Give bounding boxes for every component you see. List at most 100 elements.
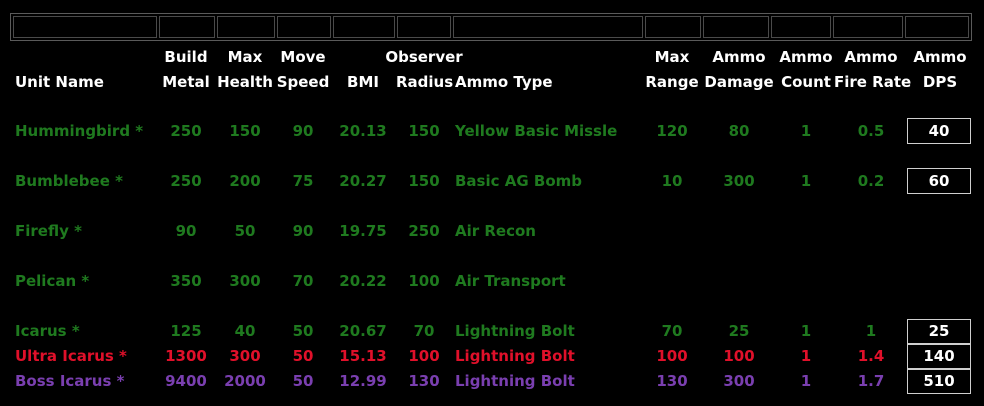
cell-ammo-damage: 300 [723, 172, 755, 190]
cell-unit-name: Icarus * [15, 322, 80, 340]
header-unit-name: Unit Name [15, 73, 104, 91]
cell-observer-radius: 150 [408, 122, 440, 140]
cell-max-health: 2000 [224, 372, 266, 390]
cell-observer-radius: 100 [408, 272, 440, 290]
cell-ammo-count: 1 [800, 372, 812, 390]
top-header-bar [10, 13, 972, 41]
header-observer-radius-line2: Radius [396, 73, 454, 91]
cell-build-metal: 1300 [165, 347, 207, 365]
cell-unit-name: Boss Icarus * [15, 372, 125, 390]
cell-bmi: 20.22 [339, 272, 387, 290]
cell-move-speed: 50 [292, 347, 314, 365]
header-ammo-type: Ammo Type [455, 73, 553, 91]
header-cell [833, 16, 903, 38]
cell-build-metal: 350 [170, 272, 202, 290]
cell-build-metal: 250 [170, 172, 202, 190]
cell-observer-radius: 250 [408, 222, 440, 240]
header-cell [703, 16, 769, 38]
cell-ammo-fire-rate: 1 [865, 322, 877, 340]
cell-ammo-type: Air Transport [455, 272, 566, 290]
header-ammo-damage-line2: Damage [704, 73, 774, 91]
header-max-health-line1: Max [227, 48, 263, 66]
cell-build-metal: 250 [170, 122, 202, 140]
cell-ammo-dps: 60 [907, 168, 971, 194]
cell-observer-radius: 100 [408, 347, 440, 365]
cell-ammo-type: Lightning Bolt [455, 347, 575, 365]
cell-ammo-dps: 510 [907, 369, 971, 394]
cell-bmi: 15.13 [339, 347, 387, 365]
cell-unit-name: Firefly * [15, 222, 82, 240]
header-ammo-dps-line1: Ammo [913, 48, 967, 66]
cell-bmi: 20.67 [339, 322, 387, 340]
cell-max-health: 40 [234, 322, 256, 340]
cell-move-speed: 90 [292, 222, 314, 240]
cell-bmi: 19.75 [339, 222, 387, 240]
cell-ammo-dps: 40 [907, 118, 971, 144]
cell-max-health: 300 [229, 347, 261, 365]
cell-unit-name: Hummingbird * [15, 122, 144, 140]
cell-ammo-fire-rate: 0.2 [857, 172, 885, 190]
cell-move-speed: 50 [292, 322, 314, 340]
cell-observer-radius: 70 [413, 322, 435, 340]
header-bmi: BMI [347, 73, 379, 91]
cell-ammo-fire-rate: 0.5 [857, 122, 885, 140]
cell-ammo-dps: 25 [907, 319, 971, 344]
cell-max-health: 50 [234, 222, 256, 240]
header-move-speed-line1: Move [280, 48, 326, 66]
header-ammo-damage-line1: Ammo [712, 48, 766, 66]
header-build-metal-line1: Build [164, 48, 208, 66]
header-cell [397, 16, 451, 38]
cell-ammo-count: 1 [800, 322, 812, 340]
cell-bmi: 20.27 [339, 172, 387, 190]
cell-unit-name: Pelican * [15, 272, 90, 290]
cell-bmi: 12.99 [339, 372, 387, 390]
header-move-speed-line2: Speed [276, 73, 330, 91]
cell-ammo-dps: 140 [907, 344, 971, 369]
header-max-health-line2: Health [217, 73, 273, 91]
header-max-range-line1: Max [654, 48, 690, 66]
header-cell [453, 16, 643, 38]
header-cell [159, 16, 215, 38]
cell-bmi: 20.13 [339, 122, 387, 140]
cell-move-speed: 50 [292, 372, 314, 390]
cell-move-speed: 90 [292, 122, 314, 140]
header-cell [333, 16, 395, 38]
cell-ammo-count: 1 [800, 347, 812, 365]
header-cell [771, 16, 831, 38]
header-max-range-line2: Range [645, 73, 699, 91]
cell-ammo-damage: 100 [723, 347, 755, 365]
cell-move-speed: 70 [292, 272, 314, 290]
cell-ammo-damage: 80 [728, 122, 750, 140]
header-cell [645, 16, 701, 38]
header-ammo-count-line2: Count [781, 73, 831, 91]
cell-ammo-type: Yellow Basic Missle [455, 122, 618, 140]
header-observer-radius-line1: Observer [385, 48, 463, 66]
header-ammo-dps-line2: DPS [922, 73, 958, 91]
header-ammo-count-line1: Ammo [779, 48, 833, 66]
cell-build-metal: 9400 [165, 372, 207, 390]
cell-max-range: 130 [656, 372, 688, 390]
cell-observer-radius: 130 [408, 372, 440, 390]
cell-unit-name: Ultra Icarus * [15, 347, 127, 365]
cell-ammo-type: Basic AG Bomb [455, 172, 582, 190]
cell-max-health: 200 [229, 172, 261, 190]
cell-move-speed: 75 [292, 172, 314, 190]
header-cell [13, 16, 157, 38]
cell-max-health: 150 [229, 122, 261, 140]
header-ammo-fire-rate-line1: Ammo [844, 48, 898, 66]
header-cell [217, 16, 275, 38]
cell-max-range: 100 [656, 347, 688, 365]
cell-unit-name: Bumblebee * [15, 172, 123, 190]
cell-ammo-count: 1 [800, 122, 812, 140]
cell-ammo-damage: 300 [723, 372, 755, 390]
header-build-metal-line2: Metal [162, 73, 210, 91]
cell-max-range: 10 [661, 172, 683, 190]
header-ammo-fire-rate-line2: Fire Rate [834, 73, 912, 91]
cell-observer-radius: 150 [408, 172, 440, 190]
header-cell [905, 16, 969, 38]
cell-build-metal: 125 [170, 322, 202, 340]
cell-ammo-count: 1 [800, 172, 812, 190]
cell-build-metal: 90 [175, 222, 197, 240]
cell-max-range: 120 [656, 122, 688, 140]
cell-max-health: 300 [229, 272, 261, 290]
